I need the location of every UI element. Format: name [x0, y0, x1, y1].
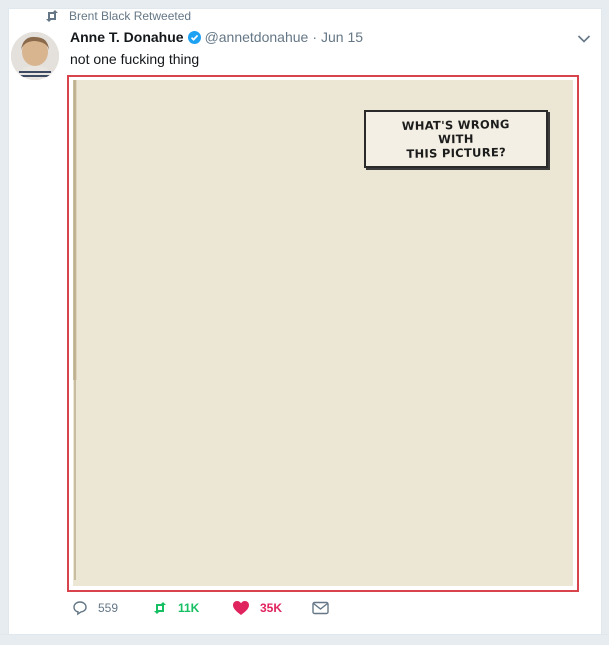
- direct-message-button[interactable]: [312, 601, 329, 615]
- tweet-header: Anne T. Donahue @annetdonahue · Jun 15: [70, 29, 363, 45]
- retweet-icon: [154, 602, 166, 614]
- envelope-icon: [312, 601, 329, 615]
- retweet-context[interactable]: Brent Black Retweeted: [45, 9, 191, 23]
- tweet-text: not one fucking thing: [70, 51, 200, 67]
- photo-edge-line: [74, 80, 76, 580]
- retweet-button[interactable]: 11K: [152, 601, 232, 615]
- reply-count: 559: [98, 601, 119, 615]
- tweet-timestamp[interactable]: Jun 15: [321, 29, 363, 45]
- author-fullname[interactable]: Anne T. Donahue: [70, 29, 184, 45]
- like-button[interactable]: 35K: [232, 600, 312, 616]
- heart-icon: [233, 601, 249, 615]
- avatar[interactable]: [11, 32, 59, 80]
- like-count: 35K: [260, 601, 283, 615]
- picture-caption: WHAT'S WRONG WITH THIS PICTURE?: [401, 117, 510, 161]
- retweet-context-text: Brent Black Retweeted: [69, 9, 192, 23]
- retweet-icon: [46, 10, 58, 22]
- avatar-image: [11, 32, 59, 80]
- tweet-actions: 559 11K 35K: [72, 598, 329, 618]
- media-photo: WHAT'S WRONG WITH THIS PICTURE?: [73, 80, 573, 586]
- reply-icon: [73, 601, 87, 616]
- retweet-count: 11K: [178, 601, 200, 615]
- separator: ·: [312, 29, 317, 45]
- reply-button[interactable]: 559: [72, 600, 152, 616]
- divider: [0, 634, 609, 635]
- picture-caption-box: WHAT'S WRONG WITH THIS PICTURE?: [364, 110, 548, 168]
- verified-badge-icon: [187, 30, 201, 44]
- tweet-media[interactable]: WHAT'S WRONG WITH THIS PICTURE?: [67, 75, 579, 592]
- author-username[interactable]: @annetdonahue: [205, 29, 309, 45]
- chevron-down-icon[interactable]: [577, 34, 591, 44]
